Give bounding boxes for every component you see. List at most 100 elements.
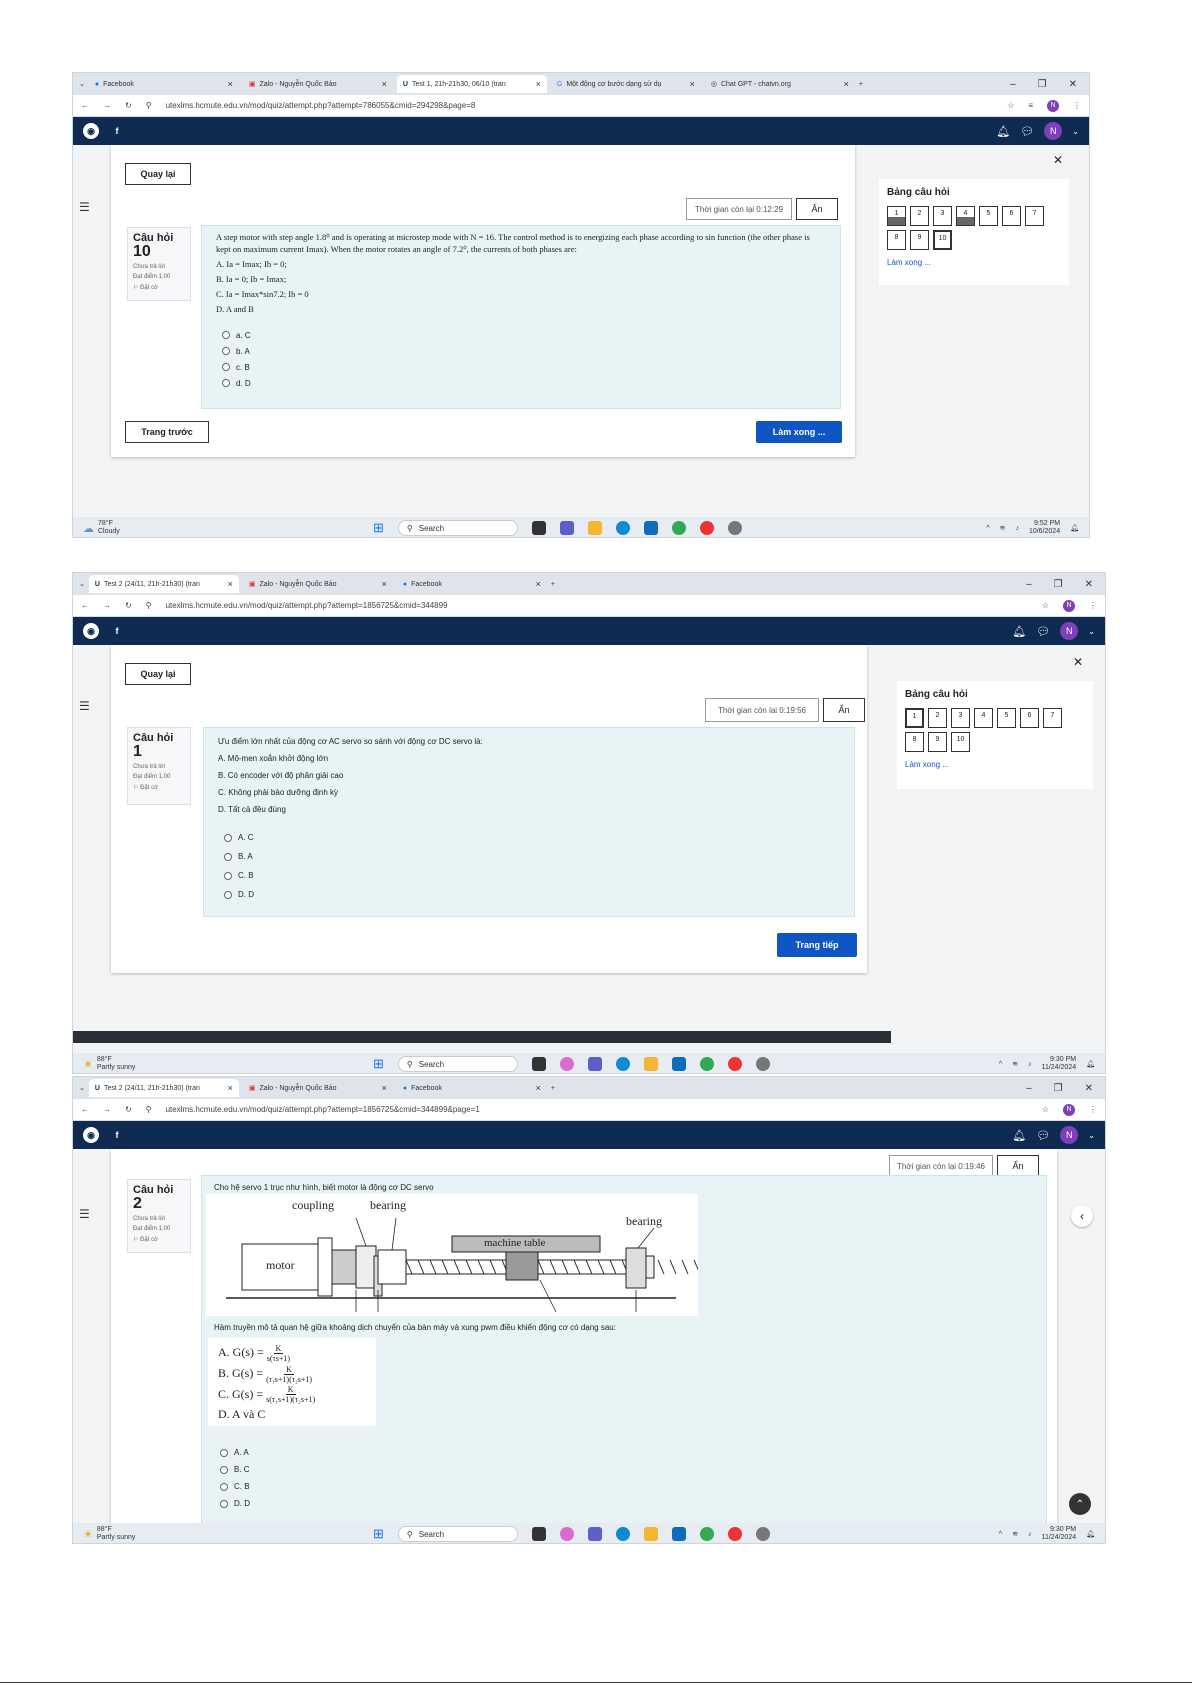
radio-button[interactable] xyxy=(224,833,232,842)
chrome-icon[interactable] xyxy=(699,1527,714,1541)
reload-icon[interactable]: ↻ xyxy=(125,1105,132,1114)
close-icon[interactable]: × xyxy=(844,79,849,89)
notification-icon[interactable]: 🔔︎ xyxy=(1086,1060,1095,1068)
notification-icon[interactable]: 🔔︎ xyxy=(1070,524,1079,532)
radio-button[interactable] xyxy=(224,852,232,861)
flag-link[interactable]: ⚐ Đặt cờ xyxy=(133,1236,185,1243)
quiz-nav-button[interactable]: 2 xyxy=(928,708,947,728)
flag-link[interactable]: ⚐ Đặt cờ xyxy=(133,784,185,791)
answer-option[interactable]: b. A xyxy=(222,343,826,359)
flag-link[interactable]: ⚐ Đặt cờ xyxy=(133,284,185,291)
list-icon[interactable]: ☰ xyxy=(79,1207,90,1221)
file-explorer-icon[interactable] xyxy=(643,1527,658,1541)
list-icon[interactable]: ☰ xyxy=(79,699,90,713)
teams-icon[interactable] xyxy=(559,521,574,535)
tab-facebook[interactable]: ● Facebook × xyxy=(89,75,239,93)
close-icon[interactable]: × xyxy=(690,79,695,89)
answer-option[interactable]: D. D xyxy=(220,1495,250,1512)
wps-icon[interactable] xyxy=(727,1057,742,1071)
forward-arrow-icon[interactable]: → xyxy=(103,101,111,110)
list-icon[interactable]: ☰ xyxy=(79,200,90,214)
close-icon[interactable]: × xyxy=(536,579,541,589)
close-icon[interactable]: × xyxy=(382,579,387,589)
user-avatar[interactable]: N xyxy=(1060,1126,1079,1144)
radio-button[interactable] xyxy=(222,363,230,371)
answer-option[interactable]: C. B xyxy=(224,866,840,885)
forward-arrow-icon[interactable]: → xyxy=(103,1105,111,1114)
radio-button[interactable] xyxy=(220,1499,228,1508)
quiz-nav-button[interactable]: 7 xyxy=(1025,206,1044,226)
close-icon[interactable]: × xyxy=(228,79,233,89)
answer-option[interactable]: B. C xyxy=(220,1461,250,1478)
hide-timer-button[interactable]: Ẩn xyxy=(823,698,865,722)
tab-list-icon[interactable]: ⌄ xyxy=(79,580,85,588)
profile-avatar[interactable]: N xyxy=(1063,599,1075,612)
back-button[interactable]: Quay lại xyxy=(125,163,191,185)
quiz-nav-button[interactable]: 3 xyxy=(951,708,970,728)
quiz-nav-button[interactable]: 8 xyxy=(887,230,906,250)
restore-icon[interactable]: ❐ xyxy=(1054,1083,1063,1094)
settings-icon[interactable] xyxy=(755,1527,770,1541)
site-info-icon[interactable]: ⚲ xyxy=(146,101,152,110)
teams-icon[interactable] xyxy=(587,1057,602,1071)
taskview-icon[interactable] xyxy=(531,521,546,535)
quiz-nav-button[interactable]: 5 xyxy=(997,708,1016,728)
profile-avatar[interactable]: N xyxy=(1063,1103,1075,1116)
close-icon[interactable]: × xyxy=(536,1083,541,1093)
outlook-icon[interactable] xyxy=(643,521,658,535)
taskbar-search[interactable]: ⚲ Search xyxy=(397,520,518,536)
chevron-down-icon[interactable]: ⌄ xyxy=(1072,127,1079,136)
clock[interactable]: 9:52 PM 10/6/2024 xyxy=(1029,520,1060,536)
hide-timer-button[interactable]: Ẩn xyxy=(796,198,838,220)
quiz-nav-button[interactable]: 9 xyxy=(910,230,929,250)
notification-icon[interactable]: 🔔︎ xyxy=(1086,1530,1095,1538)
url-field[interactable]: utexlms.hcmute.edu.vn/mod/quiz/attempt.p… xyxy=(166,1105,1028,1114)
radio-button[interactable] xyxy=(220,1465,228,1474)
menu-icon[interactable]: ⋮ xyxy=(1089,1105,1097,1114)
radio-button[interactable] xyxy=(224,890,232,899)
quiz-nav-button[interactable]: 2 xyxy=(910,206,929,226)
minimize-icon[interactable]: – xyxy=(1026,579,1032,590)
notification-bell-icon[interactable]: 🔔︎ xyxy=(1012,1129,1026,1142)
star-icon[interactable]: ☆ xyxy=(1042,601,1049,610)
back-button[interactable]: Quay lại xyxy=(125,663,191,685)
user-avatar[interactable]: N xyxy=(1044,122,1063,140)
answer-option[interactable]: D. D xyxy=(224,885,840,904)
close-window-icon[interactable]: ✕ xyxy=(1085,579,1093,590)
wps-icon[interactable] xyxy=(727,1527,742,1541)
url-field[interactable]: utexlms.hcmute.edu.vn/mod/quiz/attempt.p… xyxy=(166,101,994,110)
quiz-nav-button[interactable]: 7 xyxy=(1043,708,1062,728)
back-arrow-icon[interactable]: ← xyxy=(81,601,89,610)
tab-facebook[interactable]: ● Facebook × xyxy=(397,575,547,593)
globe-icon[interactable]: ◉ xyxy=(83,1127,99,1143)
minimize-icon[interactable]: – xyxy=(1026,1083,1032,1094)
weather-widget[interactable]: 88°F Partly sunny xyxy=(97,1526,136,1542)
settings-icon[interactable] xyxy=(727,521,742,535)
finish-attempt-link[interactable]: Làm xong ... xyxy=(887,258,1061,267)
close-icon[interactable]: × xyxy=(382,79,387,89)
new-tab-icon[interactable]: + xyxy=(551,581,555,588)
radio-button[interactable] xyxy=(222,331,230,339)
finish-attempt-link[interactable]: Làm xong ... xyxy=(905,760,1085,769)
reload-icon[interactable]: ↻ xyxy=(125,101,132,110)
close-icon[interactable]: ✕ xyxy=(1053,153,1063,167)
chevron-down-icon[interactable]: ⌄ xyxy=(1088,627,1095,636)
url-field[interactable]: utexlms.hcmute.edu.vn/mod/quiz/attempt.p… xyxy=(166,601,1028,610)
outlook-icon[interactable] xyxy=(671,1527,686,1541)
minimize-icon[interactable]: – xyxy=(1010,79,1016,90)
notification-bell-icon[interactable]: 🔔︎ xyxy=(996,125,1010,138)
reload-icon[interactable]: ↻ xyxy=(125,601,132,610)
copilot-icon[interactable] xyxy=(559,1057,574,1071)
windows-start-icon[interactable]: ⊞ xyxy=(373,520,384,536)
tab-quiz[interactable]: U Test 2 (24/11, 21h-21h30) (tran × xyxy=(88,575,239,593)
outlook-icon[interactable] xyxy=(671,1057,686,1071)
tab-chatgpt[interactable]: ◎ Chat GPT - chatvn.org × xyxy=(705,75,855,93)
tab-zalo[interactable]: ▣ Zalo - Nguyễn Quốc Bảo × xyxy=(243,75,393,93)
tab-zalo[interactable]: ▣ Zalo - Nguyễn Quốc Bảo × xyxy=(243,575,393,593)
close-icon[interactable]: ✕ xyxy=(1073,655,1083,669)
back-arrow-icon[interactable]: ← xyxy=(81,101,89,110)
facebook-icon[interactable]: f xyxy=(109,623,125,639)
tab-google[interactable]: G Một động cơ bước dạng sử dụ × xyxy=(551,75,701,93)
weather-widget[interactable]: 78°F Cloudy xyxy=(98,520,120,536)
messages-icon[interactable]: 💬︎ xyxy=(1036,1129,1050,1142)
